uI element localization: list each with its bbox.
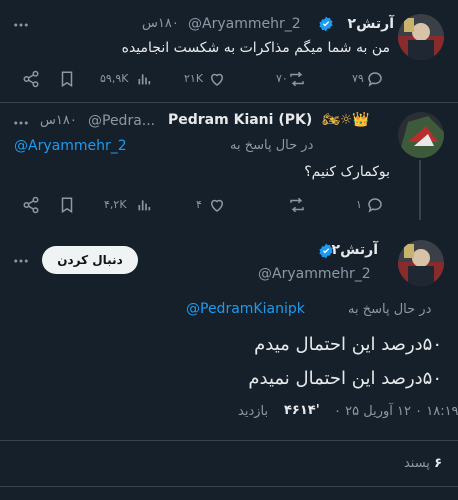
timestamp[interactable]: ۱۸۰س bbox=[142, 16, 179, 31]
tweet-timestamp[interactable]: ۱۸:۱۹ ۰ ۱۲ آوریل ۲۵ ۰ bbox=[334, 404, 458, 419]
verified-icon bbox=[318, 16, 334, 32]
likes-label: پسند bbox=[403, 456, 430, 471]
reply-icon[interactable] bbox=[366, 196, 384, 214]
retweet-count: ۷۰ bbox=[276, 72, 288, 85]
display-name[interactable]: آرتش۲ bbox=[348, 16, 394, 32]
divider bbox=[0, 486, 458, 487]
follow-button[interactable]: دنبال کردن bbox=[42, 246, 138, 274]
more-icon[interactable] bbox=[12, 16, 30, 34]
tweet-text: من به شما میگم مذاکرات به شکست انجامیده bbox=[121, 40, 390, 56]
tweet-text-line-1: ۵۰درصد این احتمال میدم bbox=[254, 334, 442, 355]
handle[interactable]: @Aryammehr_2 bbox=[188, 16, 301, 32]
like-icon[interactable] bbox=[208, 70, 226, 88]
reply-count: ۱ bbox=[356, 198, 362, 211]
tweet-text: بوکمارک کنیم؟ bbox=[304, 164, 390, 180]
handle[interactable]: @Pedra... bbox=[88, 113, 155, 129]
retweet-icon[interactable] bbox=[288, 196, 306, 214]
reply-prefix: در حال پاسخ به bbox=[348, 302, 432, 317]
emoji-suffix: 🏍☼👑 bbox=[322, 112, 370, 128]
reply-icon[interactable] bbox=[366, 70, 384, 88]
tweet-text-line-2: ۵۰درصد این احتمال نمیدم bbox=[248, 368, 442, 389]
share-icon[interactable] bbox=[22, 70, 40, 88]
reply-handle-link[interactable]: @PedramKianipk bbox=[186, 301, 305, 317]
verified-icon bbox=[318, 243, 334, 259]
views-count: ۴,۲K bbox=[104, 198, 127, 211]
reply-prefix: در حال پاسخ به bbox=[230, 138, 314, 153]
avatar[interactable] bbox=[398, 14, 444, 60]
divider bbox=[0, 102, 458, 103]
views-count: ۵۹,۹K bbox=[100, 72, 129, 85]
like-count: ۴ bbox=[196, 198, 202, 211]
share-icon[interactable] bbox=[22, 196, 40, 214]
like-count: ۲۱K bbox=[184, 72, 204, 85]
handle[interactable]: @Aryammehr_2 bbox=[258, 266, 371, 282]
view-label: بازدید bbox=[238, 404, 269, 419]
divider bbox=[0, 440, 458, 441]
likes-summary[interactable]: ۶ پسند bbox=[404, 456, 442, 471]
display-name[interactable]: Pedram Kiani (PK) bbox=[168, 112, 312, 128]
likes-count: ۶ bbox=[434, 456, 442, 471]
like-icon[interactable] bbox=[208, 196, 226, 214]
avatar[interactable] bbox=[398, 240, 444, 286]
retweet-icon[interactable] bbox=[288, 70, 306, 88]
more-icon[interactable] bbox=[12, 252, 30, 270]
timestamp[interactable]: ۱۸۰س bbox=[40, 113, 77, 128]
bookmark-icon[interactable] bbox=[58, 70, 76, 88]
reply-count: ۷۹ bbox=[352, 72, 364, 85]
reply-handle-link[interactable]: @Aryammehr_2 bbox=[14, 138, 127, 154]
avatar[interactable] bbox=[398, 112, 444, 158]
views-icon[interactable] bbox=[136, 197, 152, 213]
more-icon[interactable] bbox=[12, 114, 30, 132]
views-icon[interactable] bbox=[136, 71, 152, 87]
bookmark-icon[interactable] bbox=[58, 196, 76, 214]
view-count: ۴۶۱۴' bbox=[284, 403, 320, 418]
display-name[interactable]: آرتش۲ bbox=[332, 242, 378, 258]
